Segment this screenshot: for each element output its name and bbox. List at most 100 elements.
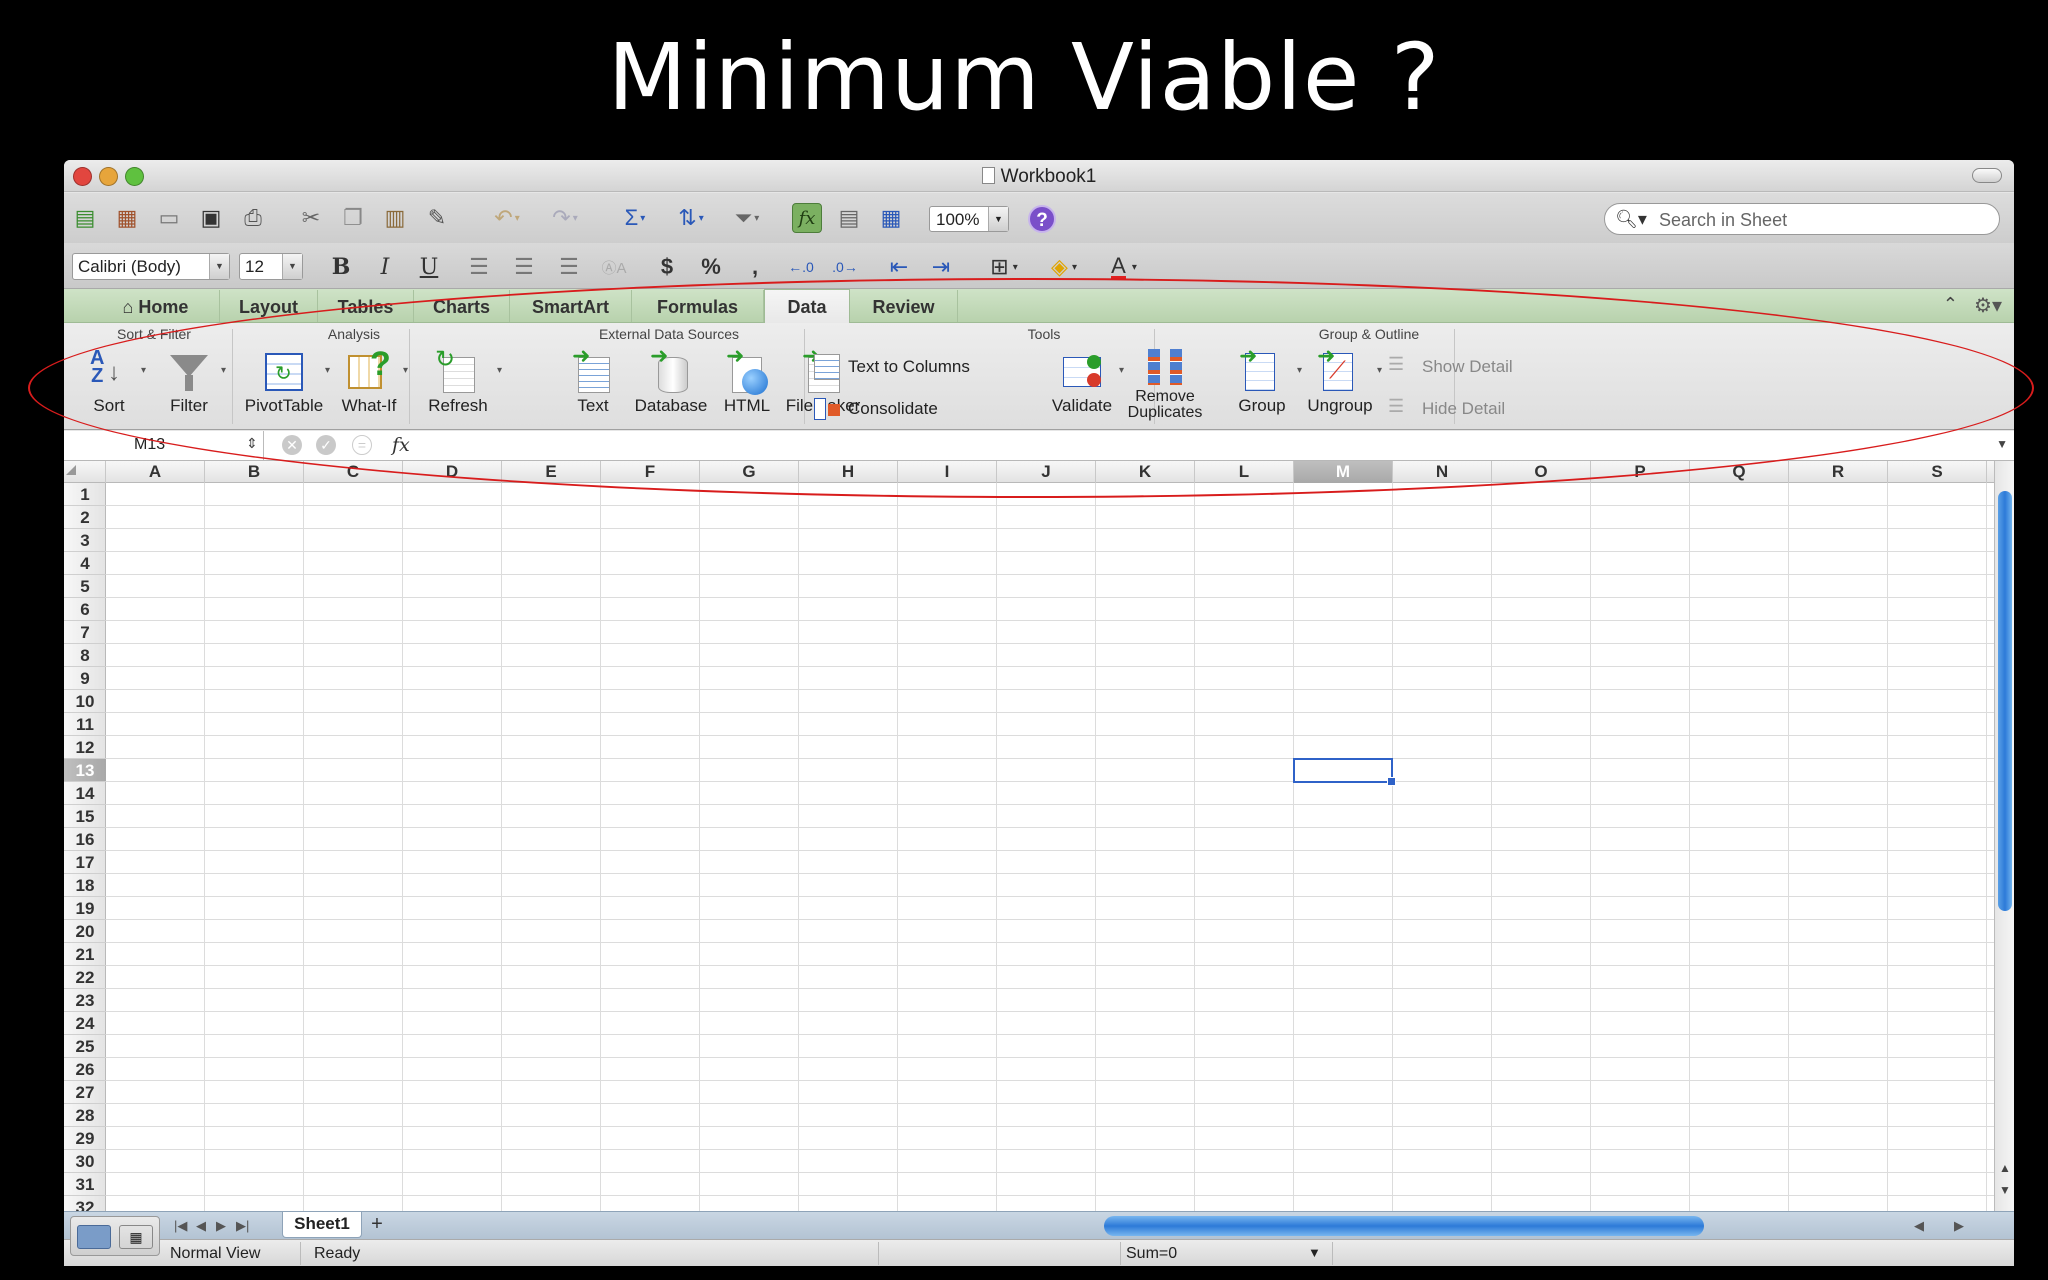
column-header-m[interactable]: M — [1294, 461, 1393, 483]
column-header-l[interactable]: L — [1195, 461, 1294, 483]
increase-decimal-icon[interactable]: ←.0 — [786, 253, 816, 281]
zoom-select[interactable]: 100% ▼ — [929, 206, 1009, 232]
filter-toolbar-icon[interactable]: ⏷ ▾ — [724, 203, 770, 233]
column-header-q[interactable]: Q — [1690, 461, 1789, 483]
show-detail-button[interactable]: ☰ Show Detail — [1388, 353, 1513, 381]
row-header-2[interactable]: 2 — [64, 506, 106, 529]
ribbon-settings-icon[interactable]: ⚙▾ — [1974, 293, 2002, 318]
column-header-n[interactable]: N — [1393, 461, 1492, 483]
column-header-f[interactable]: F — [601, 461, 700, 483]
align-left-icon[interactable]: ☰ — [464, 253, 494, 281]
undo-icon[interactable]: ↶ ▾ — [484, 203, 530, 233]
column-header-h[interactable]: H — [799, 461, 898, 483]
font-color-icon[interactable]: A ▾ — [1100, 253, 1148, 281]
column-header-o[interactable]: O — [1492, 461, 1591, 483]
tab-smartart[interactable]: SmartArt — [510, 290, 632, 322]
row-header-6[interactable]: 6 — [64, 598, 106, 621]
row-header-24[interactable]: 24 — [64, 1012, 106, 1035]
last-sheet-icon[interactable]: ▶| — [236, 1218, 249, 1234]
copy-icon[interactable]: ❐ — [338, 203, 368, 233]
add-sheet-icon[interactable]: + — [366, 1214, 388, 1236]
vertical-scroll-thumb[interactable] — [1998, 491, 2012, 911]
row-header-19[interactable]: 19 — [64, 897, 106, 920]
cancel-icon[interactable]: ✕ — [282, 435, 302, 455]
selected-cell[interactable] — [1293, 758, 1396, 786]
row-header-18[interactable]: 18 — [64, 874, 106, 897]
text-import-button[interactable]: ➜ Text — [558, 343, 628, 429]
tab-review[interactable]: Review — [850, 290, 958, 322]
font-name-select[interactable]: Calibri (Body) ▼ — [72, 253, 230, 280]
horizontal-scrollbar[interactable] — [1104, 1216, 1704, 1236]
row-header-3[interactable]: 3 — [64, 529, 106, 552]
row-header-30[interactable]: 30 — [64, 1150, 106, 1173]
italic-button[interactable]: I — [370, 253, 400, 281]
row-header-28[interactable]: 28 — [64, 1104, 106, 1127]
open-icon[interactable]: ▭ — [154, 203, 184, 233]
tab-layout[interactable]: Layout — [220, 290, 318, 322]
percent-button[interactable]: % — [696, 253, 726, 281]
first-sheet-icon[interactable]: |◀ — [174, 1218, 187, 1234]
column-header-j[interactable]: J — [997, 461, 1096, 483]
consolidate-button[interactable]: Consolidate — [814, 395, 938, 423]
row-header-13[interactable]: 13 — [64, 759, 106, 782]
outdent-icon[interactable]: ⇤ — [884, 253, 914, 281]
row-header-23[interactable]: 23 — [64, 989, 106, 1012]
column-header-s[interactable]: S — [1888, 461, 1987, 483]
column-header-a[interactable]: A — [106, 461, 205, 483]
underline-button[interactable]: U — [414, 253, 444, 281]
sort-button[interactable]: A Z ↓ ▾ Sort — [74, 345, 146, 429]
tab-home[interactable]: ⌂ Home — [92, 290, 220, 322]
hide-detail-button[interactable]: ☰ Hide Detail — [1388, 395, 1505, 423]
cut-icon[interactable]: ✂ — [296, 203, 326, 233]
next-sheet-icon[interactable]: ▶ — [216, 1218, 226, 1234]
borders-icon[interactable]: ⊞ ▾ — [980, 253, 1028, 281]
bold-button[interactable]: B — [326, 253, 356, 281]
new-icon[interactable]: ▤ — [70, 203, 100, 233]
name-box-stepper-icon[interactable]: ⇕ — [246, 435, 258, 452]
currency-button[interactable]: $ — [652, 253, 682, 281]
row-header-12[interactable]: 12 — [64, 736, 106, 759]
normal-view-icon[interactable] — [77, 1225, 111, 1249]
row-header-17[interactable]: 17 — [64, 851, 106, 874]
tab-charts[interactable]: Charts — [414, 290, 510, 322]
comma-button[interactable]: , — [740, 253, 770, 281]
font-size-select[interactable]: 12 ▼ — [239, 253, 303, 280]
column-header-g[interactable]: G — [700, 461, 799, 483]
print-icon[interactable]: ⎙ — [238, 203, 268, 233]
media-browser-icon[interactable]: ▦ — [876, 203, 906, 233]
autosum-icon[interactable]: Σ ▾ — [612, 203, 658, 233]
scroll-left-icon[interactable]: ◀ — [1914, 1218, 1924, 1234]
cell-area[interactable] — [106, 483, 1994, 1211]
row-header-7[interactable]: 7 — [64, 621, 106, 644]
equals-icon[interactable]: = — [352, 435, 372, 455]
tab-tables[interactable]: Tables — [318, 290, 414, 322]
row-header-10[interactable]: 10 — [64, 690, 106, 713]
row-header-31[interactable]: 31 — [64, 1173, 106, 1196]
tab-formulas[interactable]: Formulas — [632, 290, 764, 322]
search-box[interactable]: 🔍︎▾ — [1604, 203, 2000, 235]
expand-formula-icon[interactable]: ▼ — [1996, 437, 2008, 451]
chevron-down-icon[interactable]: ▼ — [1308, 1245, 1321, 1260]
row-header-22[interactable]: 22 — [64, 966, 106, 989]
page-layout-view-icon[interactable]: ▦ — [119, 1225, 153, 1249]
indent-icon[interactable]: ⇥ — [926, 253, 956, 281]
sheet-tab[interactable]: Sheet1 — [282, 1212, 362, 1238]
enter-icon[interactable]: ✓ — [316, 435, 336, 455]
row-header-11[interactable]: 11 — [64, 713, 106, 736]
html-button[interactable]: ➜ HTML — [711, 343, 783, 429]
scroll-up-icon[interactable]: ▲ — [1999, 1161, 2011, 1175]
row-header-9[interactable]: 9 — [64, 667, 106, 690]
column-header-c[interactable]: C — [304, 461, 403, 483]
whatif-button[interactable]: ? ▾ What-If — [332, 345, 408, 429]
row-header-21[interactable]: 21 — [64, 943, 106, 966]
row-header-15[interactable]: 15 — [64, 805, 106, 828]
row-header-20[interactable]: 20 — [64, 920, 106, 943]
paste-icon[interactable]: ▥ — [380, 203, 410, 233]
row-header-4[interactable]: 4 — [64, 552, 106, 575]
gallery-icon[interactable]: ▦ — [112, 203, 142, 233]
redo-icon[interactable]: ↷ ▾ — [542, 203, 588, 233]
formula-builder-icon[interactable]: fx — [792, 203, 822, 233]
column-header-b[interactable]: B — [205, 461, 304, 483]
search-icon[interactable]: 🔍︎▾ — [1615, 209, 1647, 230]
save-icon[interactable]: ▣ — [196, 203, 226, 233]
